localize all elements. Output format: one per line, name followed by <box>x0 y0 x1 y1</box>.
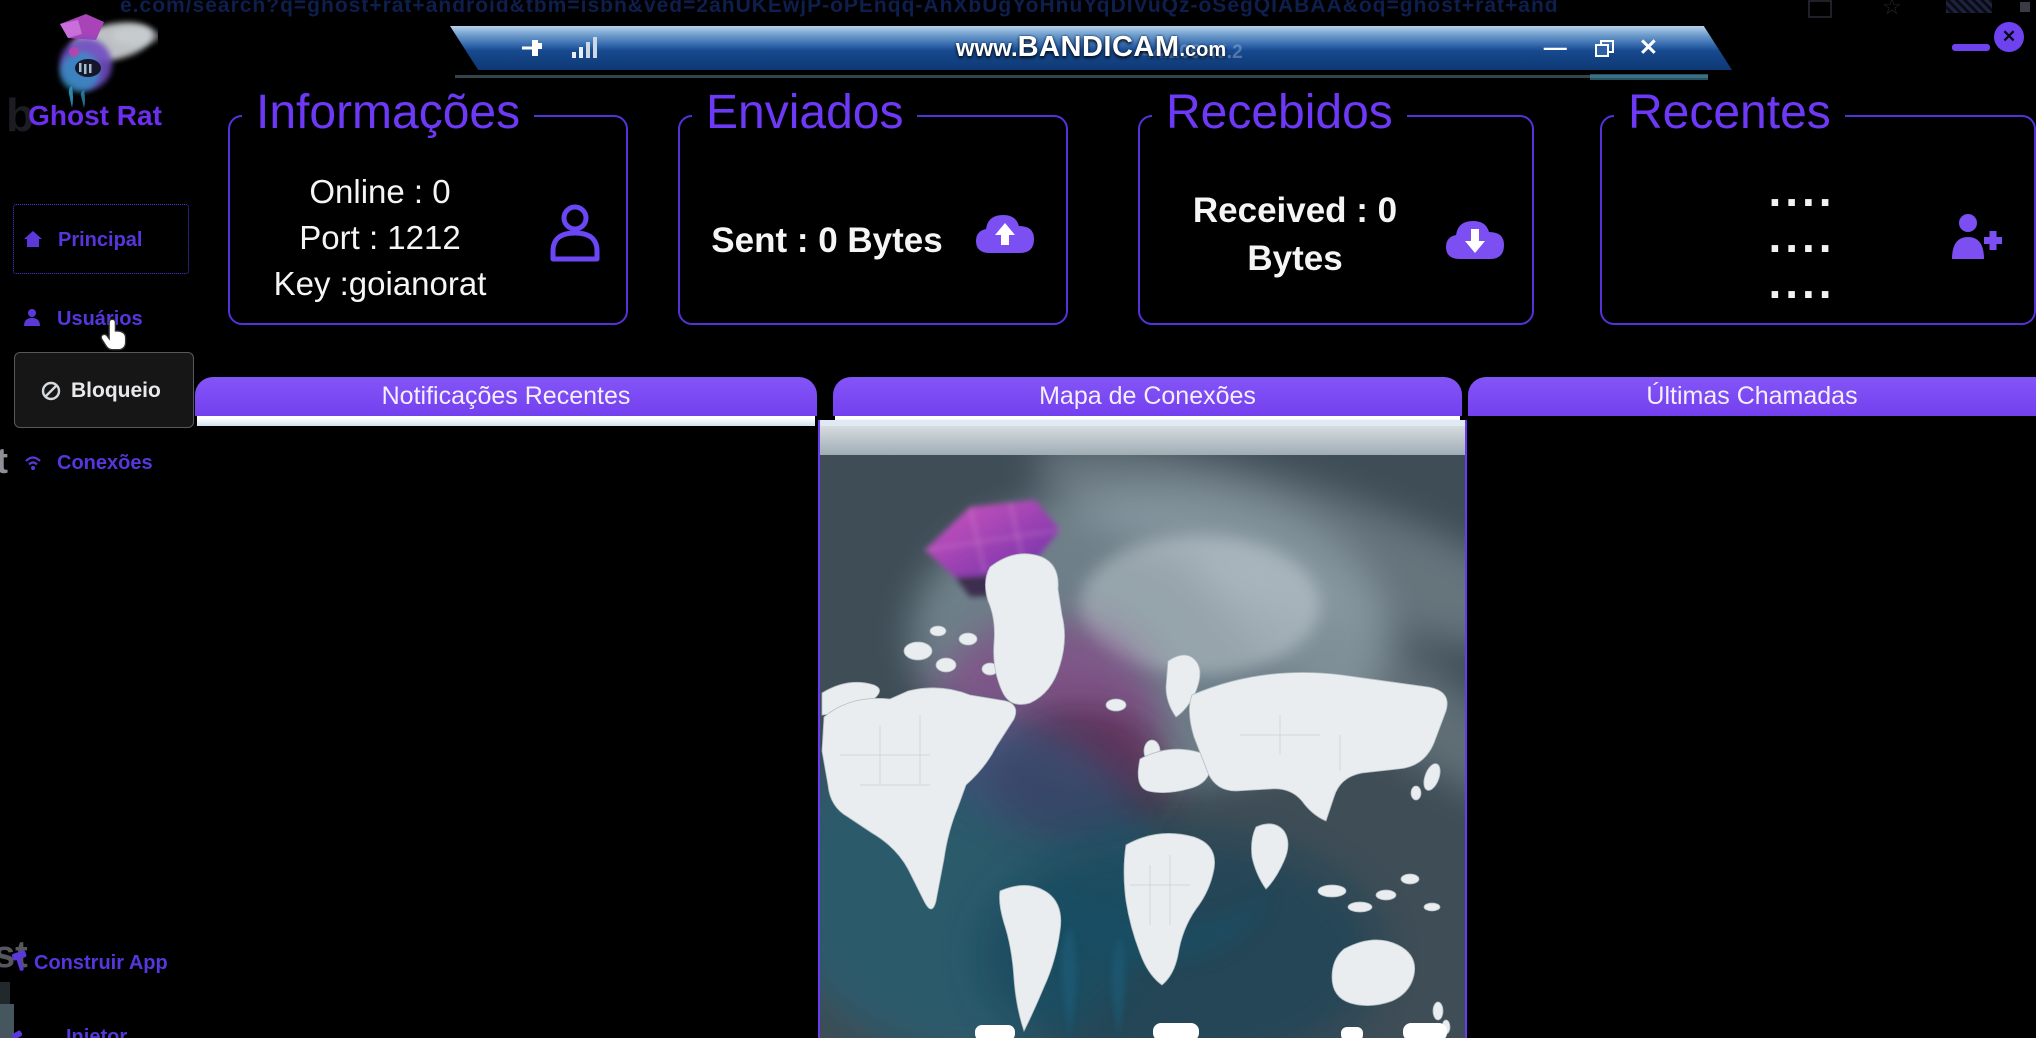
panel-enviados: Enviados Sent : 0 Bytes <box>678 81 1068 325</box>
block-icon <box>41 381 61 401</box>
section-title: Notificações Recentes <box>381 382 631 410</box>
sidebar-item-principal[interactable]: Principal <box>13 204 189 274</box>
section-title: Mapa de Conexões <box>1039 382 1256 410</box>
bandicam-brand: BANDICAM <box>1017 31 1180 63</box>
hammer-icon <box>11 950 27 971</box>
bandicam-watermark-bar: 44.205.45.2 www.BANDICAM.com — ✕ <box>450 26 1732 70</box>
panel-recentes: Recentes .... .... .... <box>1600 81 2036 325</box>
mouse-cursor-icon <box>100 318 130 357</box>
home-icon <box>24 231 42 247</box>
ghost-rat-dashboard: e.com/search?q=ghost+rat+android&tbm=isb… <box>0 0 2036 1038</box>
sidebar-item-label: Conexões <box>57 452 153 474</box>
users-icon <box>24 309 40 326</box>
sidebar-item-conexoes[interactable]: Conexões <box>13 444 187 484</box>
bandicam-www: www. <box>955 35 1018 62</box>
app-brand: Ghost Rat <box>28 100 162 131</box>
panel-recebidos: Recebidos Received : 0 Bytes <box>1138 81 1534 325</box>
recent-row: .... <box>1768 256 1836 308</box>
close-icon[interactable]: ✕ <box>1639 33 1658 61</box>
section-underline <box>197 416 815 426</box>
recent-row: .... <box>1768 210 1836 262</box>
browser-menu-icon <box>2020 2 2030 12</box>
minimize-icon[interactable]: — <box>1544 33 1567 61</box>
recent-row: .... <box>1768 164 1836 216</box>
sidebar-item-construir-app[interactable]: Construir App <box>4 946 194 982</box>
injector-icon <box>11 1030 23 1038</box>
background-window-fragment <box>0 982 10 1004</box>
online-count: Online : 0 <box>309 173 451 210</box>
section-title: Últimas Chamadas <box>1646 382 1858 410</box>
restore-icon[interactable] <box>1594 40 1614 57</box>
key-value: Key :goianorat <box>273 265 487 302</box>
section-header-ultimas-chamadas: Últimas Chamadas <box>1468 377 2036 416</box>
panel-informacoes: Informações Online : 0 Port : 1212 Key :… <box>228 81 628 325</box>
sent-value: Sent : 0 Bytes <box>711 221 943 260</box>
panel-title: Recentes <box>1614 81 1845 145</box>
sidebar-item-injetor[interactable]: Injetor <box>4 1022 194 1038</box>
browser-page-letter: t <box>0 440 8 481</box>
section-header-mapa: Mapa de Conexões <box>833 377 1462 416</box>
cloud-upload-icon <box>976 215 1034 253</box>
port-value: Port : 1212 <box>299 219 461 256</box>
map-toolbar[interactable] <box>820 426 1465 455</box>
app-minimize-button[interactable] <box>1952 44 1990 51</box>
info-lines: Online : 0 Port : 1212 Key :goianorat <box>250 169 510 307</box>
connection-map-panel <box>818 420 1467 1038</box>
panel-title: Enviados <box>692 81 918 145</box>
browser-tab-icon <box>1808 0 1832 18</box>
connections-icon <box>25 456 41 470</box>
person-plus-icon <box>1952 214 2002 259</box>
app-close-button[interactable]: ✕ <box>1994 22 2024 52</box>
received-value: Received : 0 Bytes <box>1192 191 1398 278</box>
panel-title: Recebidos <box>1152 81 1407 145</box>
bookmark-star-icon: ☆ <box>1882 0 1902 19</box>
bandicam-title: www.BANDICAM.com <box>450 31 1732 64</box>
background-artifact-line <box>455 75 1708 78</box>
sidebar-item-label: Construir App <box>34 952 168 974</box>
background-artifact-line <box>1590 74 1708 80</box>
browser-avatar-fragment <box>1946 0 1992 13</box>
browser-address-text: e.com/search?q=ghost+rat+android&tbm=isb… <box>120 0 1559 17</box>
panel-title: Informações <box>242 81 535 145</box>
recent-rows: .... .... .... <box>1712 167 1892 305</box>
section-header-notificacoes: Notificações Recentes <box>195 377 817 416</box>
sidebar-item-label: Bloqueio <box>71 379 161 402</box>
sidebar-item-bloqueio[interactable]: Bloqueio <box>14 352 194 428</box>
bandicam-tld: .com <box>1179 39 1227 61</box>
sidebar-item-label: Injetor <box>66 1026 128 1038</box>
world-map <box>820 455 1465 1038</box>
sidebar-item-label: Principal <box>58 229 143 251</box>
person-outline-icon <box>550 204 600 262</box>
cloud-download-icon <box>1446 221 1504 259</box>
